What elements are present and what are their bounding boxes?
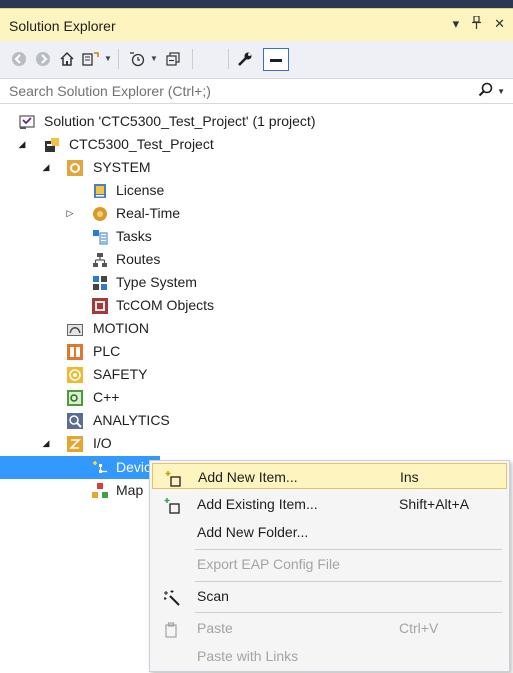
window-position-dropdown-icon[interactable]: ▾ [453,16,460,32]
properties-wrench-icon[interactable] [236,50,254,68]
cpp-icon [67,390,83,406]
close-icon[interactable]: ✕ [494,16,505,32]
search-icon[interactable] [478,82,493,101]
preview-selected-items-button[interactable] [263,48,289,71]
tree-item-solution[interactable]: Solution 'CTC5300_Test_Project' (1 proje… [0,110,513,133]
menu-separator [195,581,502,582]
tree-item-routes[interactable]: Routes [0,248,513,271]
tree-item-label: Real-Time [116,205,181,221]
tree-item-io[interactable]: ◢ I/O [0,432,513,455]
tree-item-label: SAFETY [93,366,148,382]
toolbar-separator [118,49,119,69]
tree-item-label: PLC [93,343,121,359]
tree-item-label: Devic [116,459,152,475]
solution-explorer-toolbar: ▼ ▼ [0,41,513,78]
tree-item-label: TcCOM Objects [116,297,215,313]
menu-item-add-existing-item[interactable]: Add Existing Item... Shift+Alt+A [152,491,507,517]
realtime-gear-icon [92,206,108,222]
twincat-project-icon [44,137,60,153]
tree-item-label: License [116,182,165,198]
toolbar-separator [192,49,193,69]
expanded-arrow-icon[interactable]: ◢ [16,133,28,156]
system-gear-icon [67,160,83,176]
expanded-arrow-icon[interactable]: ◢ [40,432,52,455]
motion-icon [67,321,83,337]
menu-separator [195,612,502,613]
back-icon[interactable] [10,50,28,68]
tree-item-project[interactable]: ◢ CTC5300_Test_Project [0,133,513,156]
solution-explorer-titlebar: Solution Explorer ▾ ✕ [0,8,513,41]
paste-clipboard-icon [164,620,180,638]
add-new-item-icon [165,469,181,487]
tree-item-label: MOTION [93,320,149,336]
devices-icon [92,460,108,476]
forward-icon[interactable] [34,50,52,68]
analytics-icon [67,413,83,429]
license-certificate-icon [92,183,108,199]
tree-item-label: Tasks [116,228,152,244]
menu-item-export-eap-config[interactable]: Export EAP Config File [152,551,507,577]
mappings-icon [92,483,108,499]
tree-item-tasks[interactable]: Tasks [0,225,513,248]
tree-item-analytics[interactable]: ANALYTICS [0,409,513,432]
collapse-all-icon[interactable] [164,50,182,68]
tree-item-system[interactable]: ◢ SYSTEM [0,156,513,179]
tree-item-cpp[interactable]: C++ [0,386,513,409]
tree-item-license[interactable]: License [0,179,513,202]
routes-network-icon [92,252,108,268]
tree-item-label: Solution 'CTC5300_Test_Project' (1 proje… [44,113,316,129]
tree-item-label: Map [116,482,144,498]
tree-item-label: ANALYTICS [93,412,170,428]
plc-icon [67,344,83,360]
tccom-objects-icon [92,298,108,314]
menu-item-scan[interactable]: Scan [152,583,507,609]
tree-item-label: C++ [93,389,120,405]
tree-item-mappings[interactable]: Map [0,479,150,502]
tree-item-safety[interactable]: SAFETY [0,363,513,386]
switch-views-icon[interactable] [82,50,100,68]
panel-title: Solution Explorer [9,18,116,34]
pin-icon[interactable] [471,15,482,32]
tree-item-tccom-objects[interactable]: TcCOM Objects [0,294,513,317]
context-menu: Add New Item... Ins Add Existing Item...… [149,460,510,672]
menu-separator [195,549,502,550]
solution-icon [19,114,35,130]
toolbar-separator [228,49,229,69]
menu-item-paste-with-links[interactable]: Paste with Links [152,643,507,669]
tree-item-devices-selected[interactable]: Devic [0,456,160,479]
window-top-strip [0,0,513,8]
io-icon [67,436,83,452]
expanded-arrow-icon[interactable]: ◢ [40,156,52,179]
tree-item-label: SYSTEM [93,159,151,175]
menu-item-add-new-folder[interactable]: Add New Folder... [152,519,507,545]
search-input[interactable] [0,79,470,103]
collapsed-arrow-icon[interactable]: ▷ [64,202,76,225]
pending-changes-dropdown-icon[interactable]: ▼ [150,54,158,64]
menu-item-paste[interactable]: Paste Ctrl+V [152,615,507,641]
menu-item-add-new-item[interactable]: Add New Item... Ins [152,463,507,489]
type-system-icon [92,275,108,291]
tree-item-label: CTC5300_Test_Project [69,136,214,152]
tree-item-plc[interactable]: PLC [0,340,513,363]
safety-icon [67,367,83,383]
tree-item-label: I/O [93,435,112,451]
tree-item-type-system[interactable]: Type System [0,271,513,294]
switch-views-dropdown-icon[interactable]: ▼ [104,54,112,64]
tree-item-realtime[interactable]: ▷ Real-Time [0,202,513,225]
add-existing-item-icon [164,496,180,514]
tree-item-label: Routes [116,251,161,267]
scan-wand-icon [163,588,180,606]
tree-item-label: Type System [116,274,197,290]
search-bar: ▼ [0,78,513,104]
home-icon[interactable] [58,50,76,68]
search-options-dropdown-icon[interactable]: ▼ [497,87,505,96]
pending-changes-filter-icon[interactable] [128,50,146,68]
tree-item-motion[interactable]: MOTION [0,317,513,340]
tasks-icon [92,229,108,245]
